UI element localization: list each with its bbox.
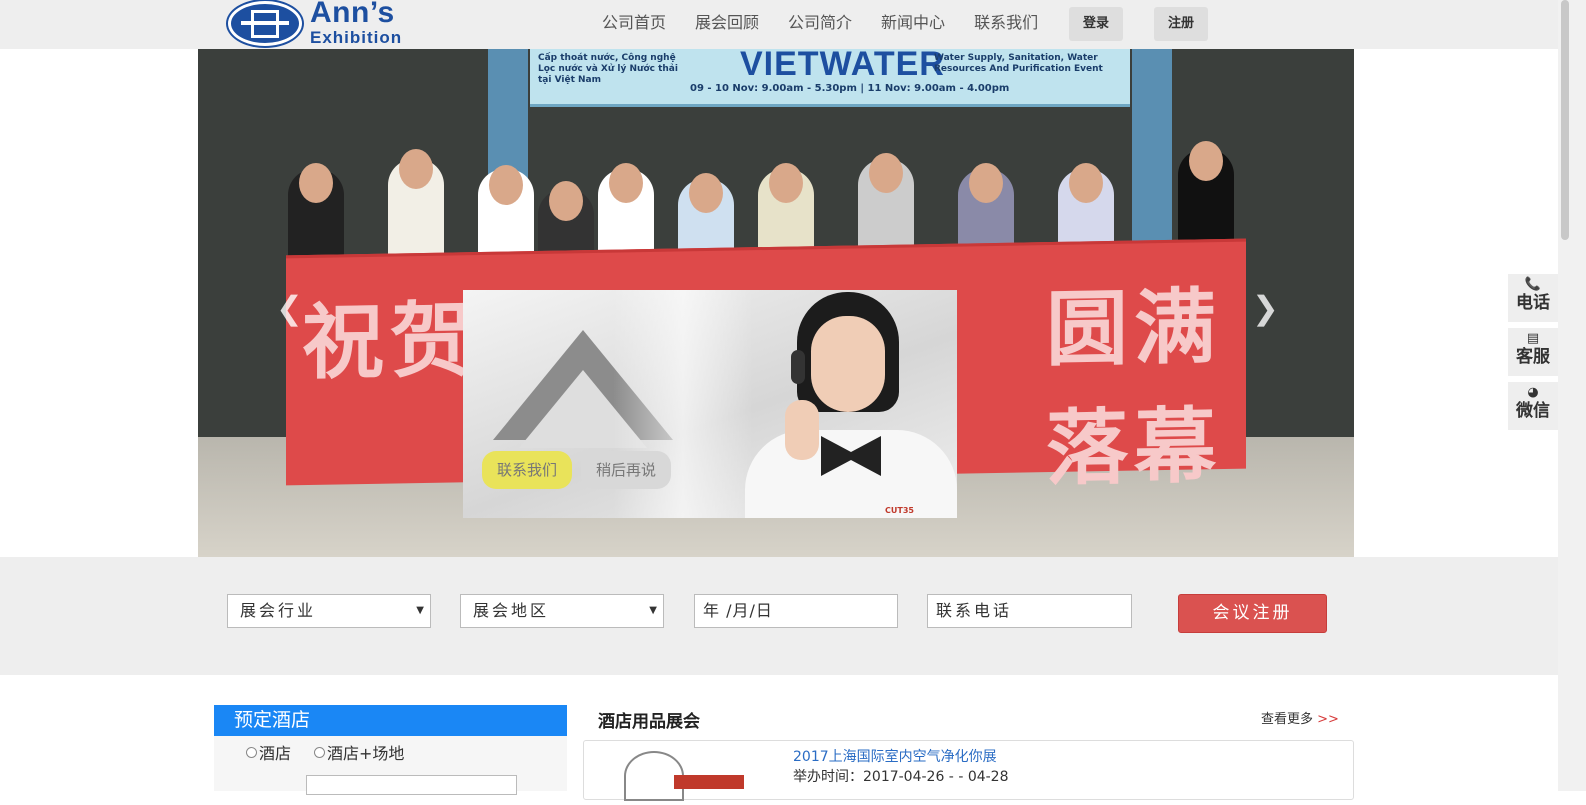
chevron-right-icon[interactable]: ❯ <box>1252 289 1279 327</box>
nav-item-contact-us[interactable]: 联系我们 <box>974 12 1038 34</box>
nav-item-company-profile[interactable]: 公司简介 <box>788 12 852 34</box>
hotel-booking-panel: 预定酒店 酒店 酒店+场地 <box>214 705 567 795</box>
region-select[interactable]: 展会地区 ▼ <box>460 594 664 628</box>
popup-contact-button[interactable]: 联系我们 <box>482 451 572 489</box>
chevron-left-icon[interactable]: ❮ <box>276 289 303 327</box>
side-tool-service[interactable]: ▤ 客服 <box>1508 328 1558 376</box>
view-more-link[interactable]: 查看更多 >> <box>1261 708 1339 727</box>
radio-hotel-venue-label: 酒店+场地 <box>327 744 405 763</box>
main-nav: 公司首页 展会回顾 公司简介 新闻中心 联系我们 <box>602 12 1067 34</box>
side-tool-label: 微信 <box>1516 401 1550 421</box>
red-banner-text-right: 圆满落幕 <box>1046 280 1223 498</box>
phone-icon: 📞 <box>1524 277 1542 292</box>
nav-item-home[interactable]: 公司首页 <box>602 12 666 34</box>
hotel-search-input[interactable] <box>306 775 517 795</box>
nav-item-exhibition-review[interactable]: 展会回顾 <box>695 12 759 34</box>
expo-section-title: 酒店用品展会 <box>598 712 700 732</box>
banner-event-sign: Cấp thoát nước, Công nghệ Lọc nước và Xử… <box>530 49 1130 107</box>
side-tool-label: 客服 <box>1516 347 1550 367</box>
sign-logo-text: VIETWATER <box>740 49 945 83</box>
logo-emblem-icon <box>228 1 302 46</box>
service-agent-image: CUT35 <box>745 290 957 518</box>
industry-select[interactable]: 展会行业 ▼ <box>227 594 431 628</box>
nav-item-news-center[interactable]: 新闻中心 <box>881 12 945 34</box>
double-chevron-right-icon: >> <box>1317 712 1339 727</box>
region-select-value: 展会地区 <box>473 601 550 620</box>
radio-button-icon[interactable] <box>246 746 257 758</box>
login-button[interactable]: 登录 <box>1069 7 1123 41</box>
side-tool-phone[interactable]: 📞 电话 <box>1508 274 1558 322</box>
date-input[interactable]: 年 /月/日 <box>694 594 898 628</box>
radio-button-icon[interactable] <box>314 746 325 758</box>
site-logo[interactable]: Ann’s Exhibition <box>228 0 448 48</box>
sign-right-text: Water Supply, Sanitation, Water Resource… <box>934 53 1103 74</box>
scrollbar-thumb[interactable] <box>1561 0 1569 240</box>
sign-left-text: Cấp thoát nước, Công nghệ Lọc nước và Xử… <box>538 53 678 85</box>
conference-register-button[interactable]: 会议注册 <box>1178 594 1327 633</box>
dropdown-caret-icon: ▼ <box>649 605 657 616</box>
side-toolbar: 📞 电话 ▤ 客服 ◕ 微信 <box>1508 274 1558 436</box>
dropdown-caret-icon: ▼ <box>416 605 424 616</box>
hotel-panel-title: 预定酒店 <box>214 705 567 736</box>
logo-subtitle: Exhibition <box>310 28 403 47</box>
expo-list-item[interactable]: 2017上海国际室内空气净化你展 举办时间：2017-04-26 - - 04-… <box>583 740 1354 801</box>
site-header: Ann’s Exhibition 公司首页 展会回顾 公司简介 新闻中心 联系我… <box>0 0 1558 49</box>
expo-item-date: 举办时间：2017-04-26 - - 04-28 <box>793 769 1009 785</box>
service-card-icon: ▤ <box>1526 331 1540 346</box>
phone-input[interactable]: 联系电话 <box>927 594 1132 628</box>
popup-later-button[interactable]: 稍后再说 <box>581 451 671 489</box>
view-more-label: 查看更多 <box>1261 712 1314 727</box>
side-tool-label: 电话 <box>1516 293 1550 313</box>
register-button[interactable]: 注册 <box>1154 7 1208 41</box>
radio-hotel-venue[interactable]: 酒店+场地 <box>314 740 404 764</box>
radio-hotel[interactable]: 酒店 <box>246 740 291 764</box>
logo-name: Ann’s <box>310 0 395 29</box>
headset-icon <box>791 350 805 384</box>
expo-item-name[interactable]: 2017上海国际室内空气净化你展 <box>793 746 997 766</box>
expo-thumbnail <box>614 745 754 805</box>
side-tool-wechat[interactable]: ◕ 微信 <box>1508 382 1558 430</box>
sign-date-text: 09 - 10 Nov: 9.00am - 5.30pm | 11 Nov: 9… <box>690 83 1010 94</box>
industry-select-value: 展会行业 <box>240 601 317 620</box>
radio-hotel-label: 酒店 <box>259 744 292 763</box>
popup-tag: CUT35 <box>885 506 914 515</box>
wechat-icon: ◕ <box>1527 385 1539 400</box>
customer-service-popup: CUT35 联系我们 稍后再说 <box>463 290 957 518</box>
